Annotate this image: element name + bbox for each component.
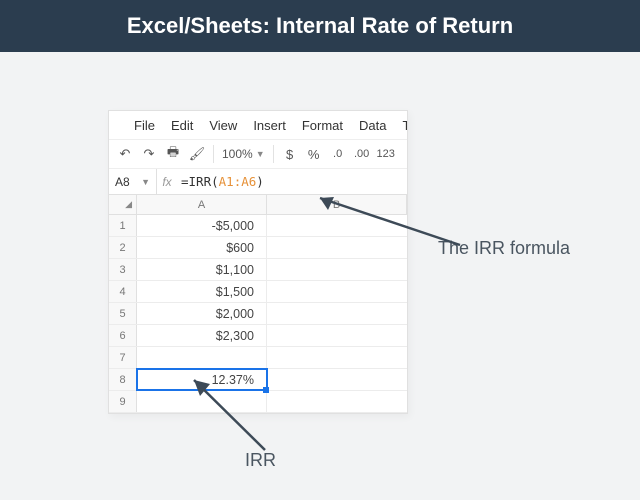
row-header[interactable]: 4 xyxy=(109,281,137,302)
row-header[interactable]: 8 xyxy=(109,369,137,390)
row-header[interactable]: 6 xyxy=(109,325,137,346)
select-all-corner[interactable]: ◢ xyxy=(109,195,137,214)
toolbar-separator xyxy=(273,145,274,163)
row-header[interactable]: 7 xyxy=(109,347,137,368)
zoom-value: 100% xyxy=(222,147,253,161)
number-format-cut[interactable]: 123 xyxy=(378,148,394,160)
table-row: 4$1,500 xyxy=(109,281,407,303)
formula-range: A1:A6 xyxy=(219,174,257,189)
cell-b[interactable] xyxy=(267,347,407,368)
formula-close: ) xyxy=(256,174,264,189)
menu-data[interactable]: Data xyxy=(352,114,393,137)
menu-format[interactable]: Format xyxy=(295,114,350,137)
menu-bar: File Edit View Insert Format Data To xyxy=(109,111,407,139)
chevron-down-icon: ▼ xyxy=(256,149,265,159)
undo-icon[interactable]: ↶ xyxy=(117,146,133,162)
formula-fn: IRR xyxy=(189,174,212,189)
cell-a[interactable]: $2,300 xyxy=(137,325,267,346)
cell-a[interactable]: $1,500 xyxy=(137,281,267,302)
formula-input[interactable]: =IRR(A1:A6) xyxy=(177,174,407,189)
toolbar-separator xyxy=(213,145,214,163)
cell-a[interactable] xyxy=(137,347,267,368)
row-header[interactable]: 9 xyxy=(109,391,137,412)
decrease-decimal-icon[interactable]: .0 xyxy=(330,148,346,160)
menu-view[interactable]: View xyxy=(202,114,244,137)
cell-a[interactable]: $1,100 xyxy=(137,259,267,280)
fx-icon: fx xyxy=(157,175,177,189)
cell-a[interactable]: -$5,000 xyxy=(137,215,267,236)
cell-a[interactable]: $2,000 xyxy=(137,303,267,324)
cell-b[interactable] xyxy=(267,259,407,280)
arrow-to-formula xyxy=(300,190,470,260)
increase-decimal-icon[interactable]: .00 xyxy=(354,148,370,160)
cell-b[interactable] xyxy=(267,303,407,324)
currency-icon[interactable]: $ xyxy=(282,147,298,162)
chevron-down-icon: ▼ xyxy=(141,177,150,187)
zoom-dropdown[interactable]: 100% ▼ xyxy=(222,147,265,161)
print-icon[interactable]: 🖶 xyxy=(165,143,181,165)
table-row: 6$2,300 xyxy=(109,325,407,347)
row-header[interactable]: 2 xyxy=(109,237,137,258)
table-row: 7 xyxy=(109,347,407,369)
menu-file[interactable]: File xyxy=(127,114,162,137)
formula-open: ( xyxy=(211,174,219,189)
table-row: 3$1,100 xyxy=(109,259,407,281)
name-box-value: A8 xyxy=(115,175,130,189)
col-header-a[interactable]: A xyxy=(137,195,267,214)
row-header[interactable]: 3 xyxy=(109,259,137,280)
row-header[interactable]: 1 xyxy=(109,215,137,236)
paint-format-icon[interactable]: 🖌 xyxy=(189,146,205,162)
percent-icon[interactable]: % xyxy=(306,147,322,162)
table-row: 5$2,000 xyxy=(109,303,407,325)
redo-icon[interactable]: ↷ xyxy=(141,146,157,162)
cell-b[interactable] xyxy=(267,281,407,302)
arrow-to-irr-cell xyxy=(180,370,290,460)
menu-edit[interactable]: Edit xyxy=(164,114,200,137)
row-header[interactable]: 5 xyxy=(109,303,137,324)
cell-a[interactable]: $600 xyxy=(137,237,267,258)
toolbar: ↶ ↷ 🖶 🖌 100% ▼ $ % .0 .00 123 xyxy=(109,139,407,169)
name-box[interactable]: A8 ▼ xyxy=(109,169,157,194)
sheets-window: File Edit View Insert Format Data To ↶ ↷… xyxy=(108,110,408,414)
formula-eq: = xyxy=(181,174,189,189)
menu-tools-cut[interactable]: To xyxy=(395,114,407,137)
cell-b[interactable] xyxy=(267,325,407,346)
page-title: Excel/Sheets: Internal Rate of Return xyxy=(0,0,640,52)
menu-insert[interactable]: Insert xyxy=(246,114,293,137)
